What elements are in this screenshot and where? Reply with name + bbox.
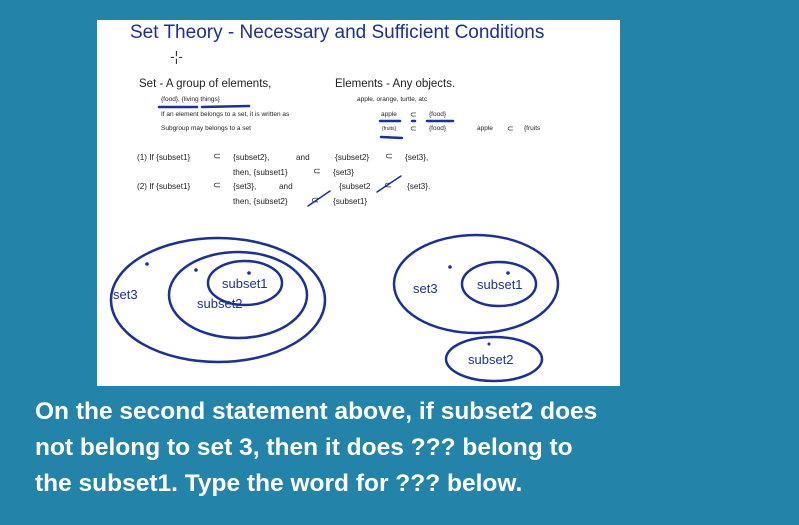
left-subset2-circle	[167, 250, 309, 340]
dot-mark	[194, 268, 198, 272]
question-text: On the second statement above, if subset…	[35, 394, 765, 502]
dot-mark	[487, 342, 491, 346]
slide-image: Set Theory - Necessary and Sufficient Co…	[97, 20, 620, 386]
underline-mark	[200, 104, 251, 109]
venn-diagrams: set3 subset2 subset1 set3 subset1 subset…	[109, 104, 560, 383]
dot-mark	[506, 271, 510, 275]
question-line-2: not belong to set 3, then it does ??? be…	[35, 434, 573, 461]
dot-mark	[448, 265, 452, 269]
left-subset1-label: subset1	[222, 276, 268, 291]
left-subset2-label: subset2	[197, 296, 243, 311]
question-line-3: the subset1. Type the word for ??? below…	[35, 470, 523, 497]
slash-mark	[376, 175, 402, 193]
right-set3-label: set3	[413, 281, 438, 296]
right-subset1-label: subset1	[477, 277, 523, 292]
underline-mark	[379, 135, 404, 140]
dot-mark	[145, 262, 149, 266]
left-set3-label: set3	[113, 287, 138, 302]
dot-mark	[247, 271, 251, 275]
right-subset2-label: subset2	[468, 352, 514, 367]
slash-mark	[307, 190, 331, 207]
question-line-1: On the second statement above, if subset…	[35, 398, 598, 425]
